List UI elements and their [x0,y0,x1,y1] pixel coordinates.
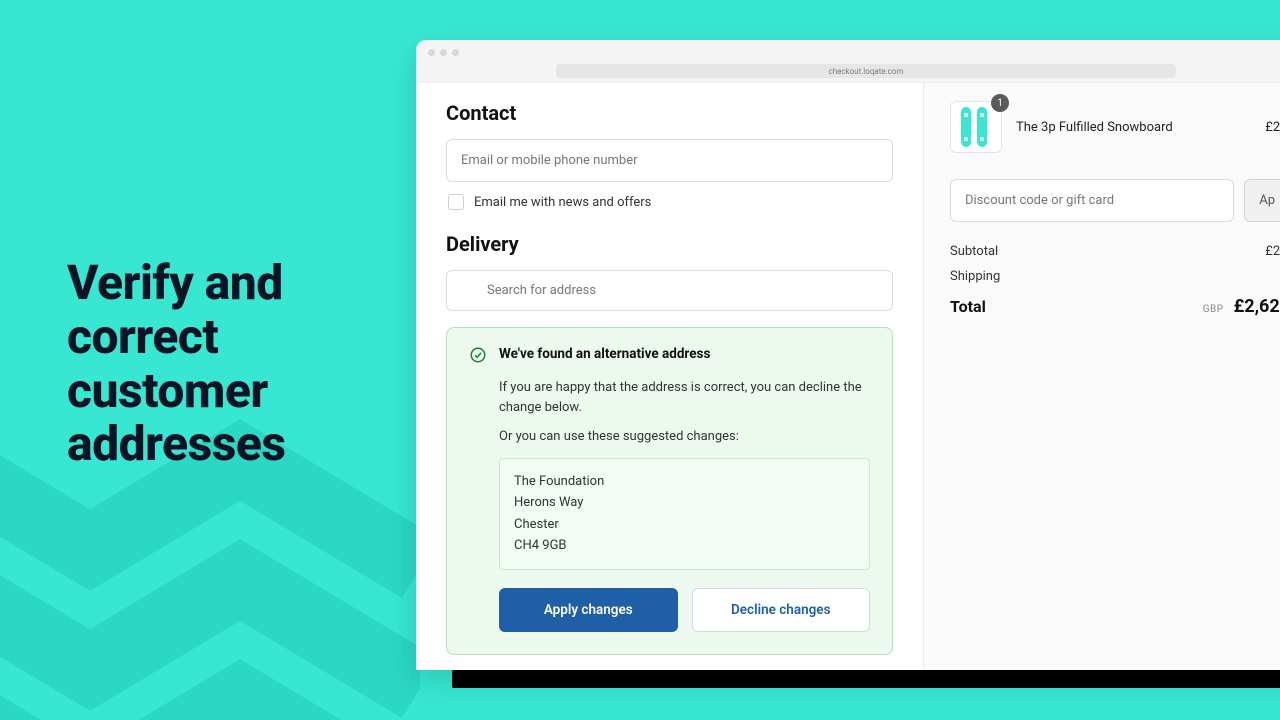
subtotal-value: £2,6 [1265,244,1280,259]
discount-code-input[interactable]: Discount code or gift card [950,179,1234,222]
suggested-address: The Foundation Herons Way Chester CH4 9G… [499,458,870,570]
address-search-placeholder: Search for address [487,283,596,298]
traffic-light-min[interactable] [440,49,447,56]
address-line: CH4 9GB [514,535,855,556]
delivery-heading: Delivery [446,232,893,256]
total-label: Total [950,297,986,316]
product-name: The 3p Fulfilled Snowboard [1016,120,1251,135]
marketing-headline: Verify and correct customer addresses [67,256,407,471]
decline-changes-button[interactable]: Decline changes [692,588,871,632]
suggestion-title: We've found an alternative address [499,346,710,362]
address-line: Herons Way [514,492,855,513]
address-line: The Foundation [514,471,855,492]
apply-changes-button[interactable]: Apply changes [499,588,678,632]
address-search-input[interactable]: Search for address [446,270,893,311]
traffic-light-max[interactable] [452,49,459,56]
news-optin-label: Email me with news and offers [474,195,651,210]
product-price: £2,6 [1265,120,1280,135]
cart-qty-badge: 1 [991,94,1009,112]
shipping-label: Shipping [950,269,1000,284]
checkout-form: Contact Email or mobile phone number Ema… [416,83,924,670]
traffic-light-close[interactable] [428,49,435,56]
subtotal-label: Subtotal [950,244,998,259]
address-line: Chester [514,514,855,535]
address-suggestion-panel: We've found an alternative address If yo… [446,327,893,655]
browser-window: checkout.loqate.com Contact Email or mob… [416,40,1280,670]
url-bar[interactable]: checkout.loqate.com [556,64,1176,78]
url-text: checkout.loqate.com [829,67,904,76]
email-field[interactable]: Email or mobile phone number [446,139,893,182]
total-value: £2,629 [1234,296,1280,317]
email-placeholder: Email or mobile phone number [461,153,638,168]
window-shadow [452,670,1280,688]
news-optin-checkbox[interactable] [448,194,464,210]
product-thumbnail: 1 [950,101,1002,153]
suggestion-body: If you are happy that the address is cor… [499,378,870,417]
check-circle-icon [469,346,487,368]
apply-discount-button[interactable]: Ap [1244,179,1280,222]
total-currency: GBP [1203,304,1224,315]
contact-heading: Contact [446,101,893,125]
cart-item: 1 The 3p Fulfilled Snowboard £2,6 [950,101,1280,153]
discount-placeholder: Discount code or gift card [965,193,1114,208]
order-summary: 1 The 3p Fulfilled Snowboard £2,6 Discou… [924,83,1280,670]
suggestion-or-text: Or you can use these suggested changes: [499,429,870,444]
window-titlebar [416,40,1280,64]
